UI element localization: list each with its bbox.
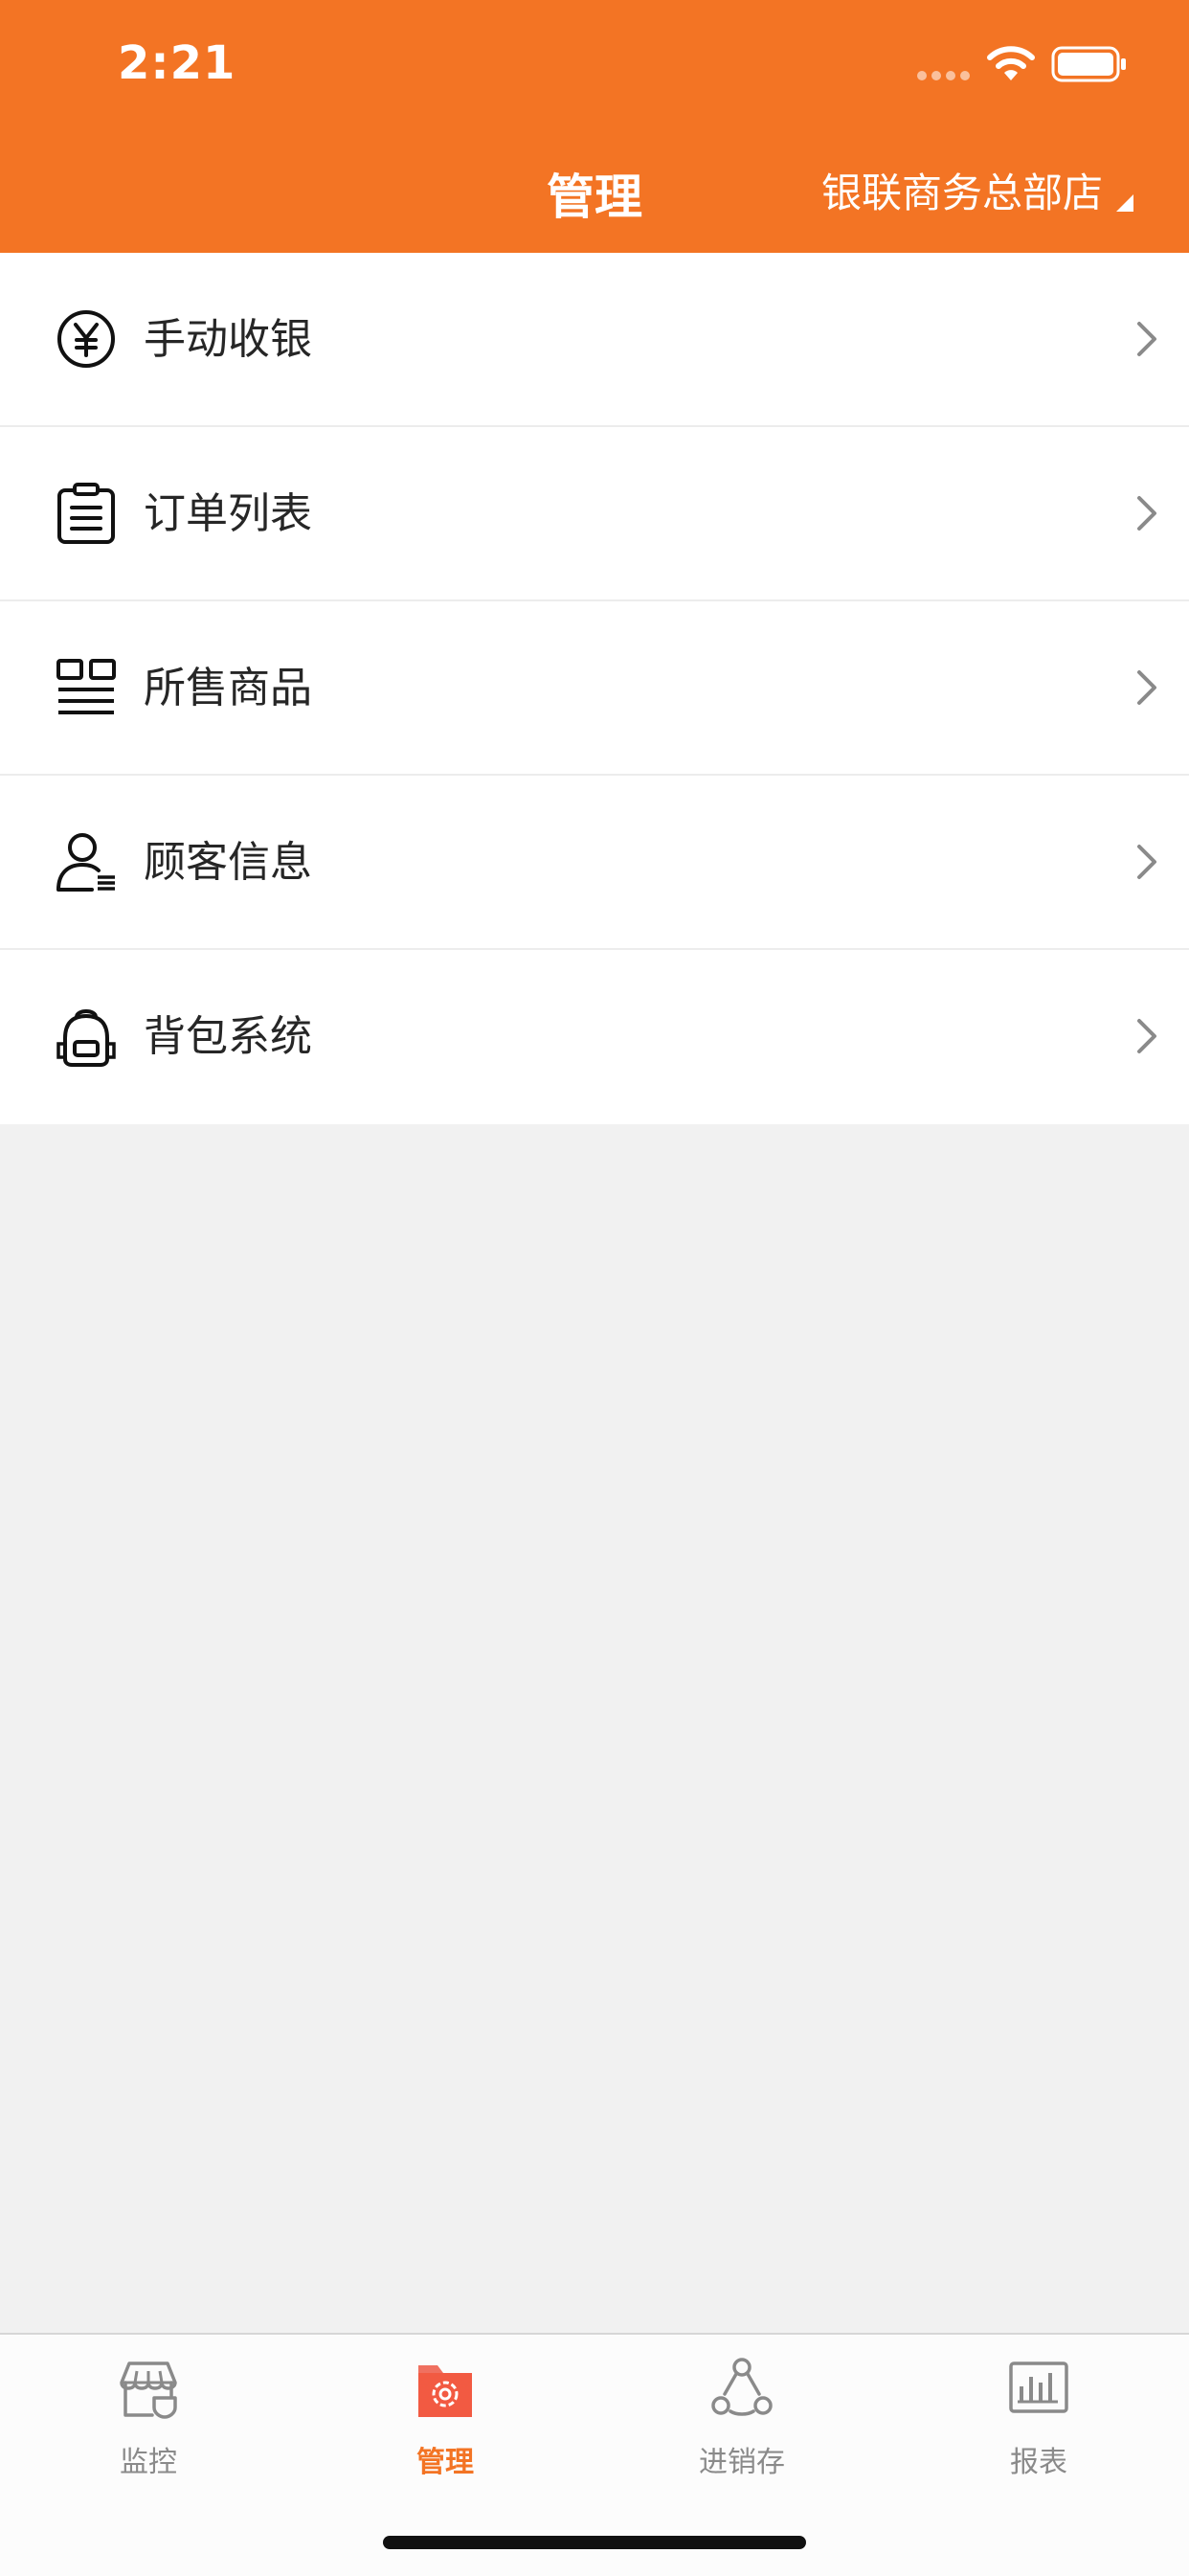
dropdown-caret-icon (1116, 194, 1133, 212)
tab-label: 报表 (1010, 2446, 1067, 2479)
home-indicator (383, 2536, 806, 2549)
menu-item-label: 手动收银 (144, 315, 312, 364)
header-bar: 2:21 管理 银联商务总部店 (0, 0, 1189, 253)
store-icon (120, 2361, 177, 2419)
settings-folder-icon (418, 2365, 472, 2417)
inventory-icon (711, 2358, 773, 2416)
chevron-right-icon (1137, 496, 1156, 531)
menu-list: 手动收银 订单列表 所售商品 顾客信息 背包系统 (0, 253, 1189, 1124)
backpack-icon (56, 1009, 116, 1067)
chevron-right-icon (1137, 1019, 1156, 1053)
menu-item-customer-info[interactable]: 顾客信息 (0, 776, 1189, 950)
tab-label: 进销存 (699, 2446, 785, 2479)
menu-item-order-list[interactable]: 订单列表 (0, 427, 1189, 601)
menu-item-label: 所售商品 (144, 664, 312, 712)
chevron-right-icon (1137, 322, 1156, 356)
tab-manage[interactable]: 管理 (297, 2358, 594, 2492)
tab-label: 监控 (120, 2446, 177, 2479)
menu-item-label: 顾客信息 (144, 838, 312, 887)
menu-item-label: 订单列表 (144, 489, 312, 538)
store-name: 银联商务总部店 (820, 169, 1103, 216)
customer-icon (56, 833, 115, 892)
store-selector[interactable]: 银联商务总部店 (821, 161, 1133, 218)
cellular-signal-icon (917, 71, 971, 80)
menu-item-manual-cashier[interactable]: 手动收银 (0, 253, 1189, 427)
chevron-right-icon (1137, 670, 1156, 705)
clipboard-list-icon (57, 483, 115, 544)
tab-label: 管理 (416, 2446, 474, 2479)
menu-item-products-sold[interactable]: 所售商品 (0, 601, 1189, 776)
tab-monitor[interactable]: 监控 (0, 2358, 297, 2492)
yen-icon (57, 310, 115, 368)
menu-item-label: 背包系统 (144, 1012, 312, 1061)
product-grid-icon (56, 659, 116, 714)
tab-inventory[interactable]: 进销存 (594, 2358, 890, 2492)
battery-icon (1051, 46, 1126, 82)
chevron-right-icon (1137, 845, 1156, 879)
report-chart-icon (1009, 2361, 1068, 2413)
tab-reports[interactable]: 报表 (890, 2358, 1187, 2492)
wifi-icon (987, 46, 1035, 80)
status-time: 2:21 (118, 36, 236, 90)
menu-item-backpack-system[interactable]: 背包系统 (0, 950, 1189, 1124)
